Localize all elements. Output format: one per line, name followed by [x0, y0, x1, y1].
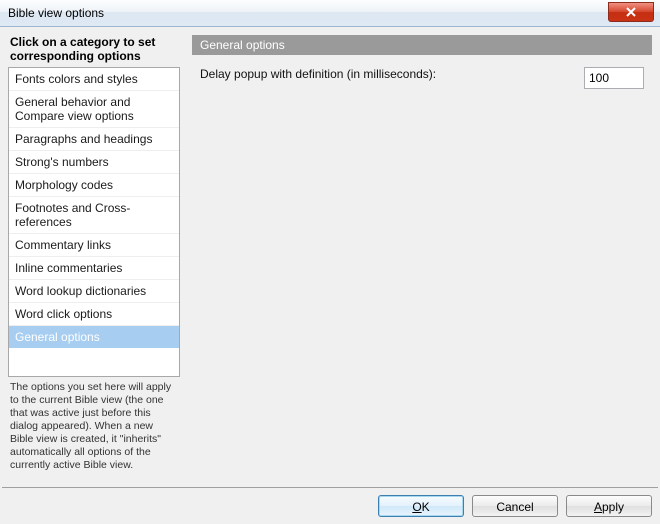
category-item-commentary-links[interactable]: Commentary links: [9, 234, 179, 257]
category-item-footnotes[interactable]: Footnotes and Cross-references: [9, 197, 179, 234]
close-icon: [625, 7, 637, 17]
category-item-fonts[interactable]: Fonts colors and styles: [9, 68, 179, 91]
sidebar-heading: Click on a category to set corresponding…: [8, 35, 180, 67]
delay-input[interactable]: [584, 67, 644, 89]
cancel-button[interactable]: Cancel: [472, 495, 558, 517]
category-list[interactable]: Fonts colors and styles General behavior…: [8, 67, 180, 377]
sidebar-note: The options you set here will apply to t…: [8, 377, 180, 472]
category-item-general-behavior[interactable]: General behavior and Compare view option…: [9, 91, 179, 128]
close-button[interactable]: [608, 2, 654, 22]
category-item-paragraphs[interactable]: Paragraphs and headings: [9, 128, 179, 151]
category-item-word-click[interactable]: Word click options: [9, 303, 179, 326]
ok-button[interactable]: OK: [378, 495, 464, 517]
titlebar: Bible view options: [0, 0, 660, 27]
content-area: Click on a category to set corresponding…: [0, 27, 660, 487]
category-item-general-options[interactable]: General options: [9, 326, 179, 348]
window-title: Bible view options: [0, 6, 104, 20]
panel-body: Delay popup with definition (in millisec…: [192, 55, 652, 101]
dialog-window: Bible view options Click on a category t…: [0, 0, 660, 524]
delay-label: Delay popup with definition (in millisec…: [200, 67, 436, 81]
sidebar: Click on a category to set corresponding…: [8, 35, 180, 487]
category-item-inline-commentaries[interactable]: Inline commentaries: [9, 257, 179, 280]
panel-title: General options: [192, 35, 652, 55]
client-area: Click on a category to set corresponding…: [0, 27, 660, 524]
button-row: OK Cancel Apply: [0, 488, 660, 524]
category-item-strongs[interactable]: Strong's numbers: [9, 151, 179, 174]
apply-button[interactable]: Apply: [566, 495, 652, 517]
category-item-morphology[interactable]: Morphology codes: [9, 174, 179, 197]
category-item-word-lookup[interactable]: Word lookup dictionaries: [9, 280, 179, 303]
options-panel: General options Delay popup with definit…: [192, 35, 652, 487]
